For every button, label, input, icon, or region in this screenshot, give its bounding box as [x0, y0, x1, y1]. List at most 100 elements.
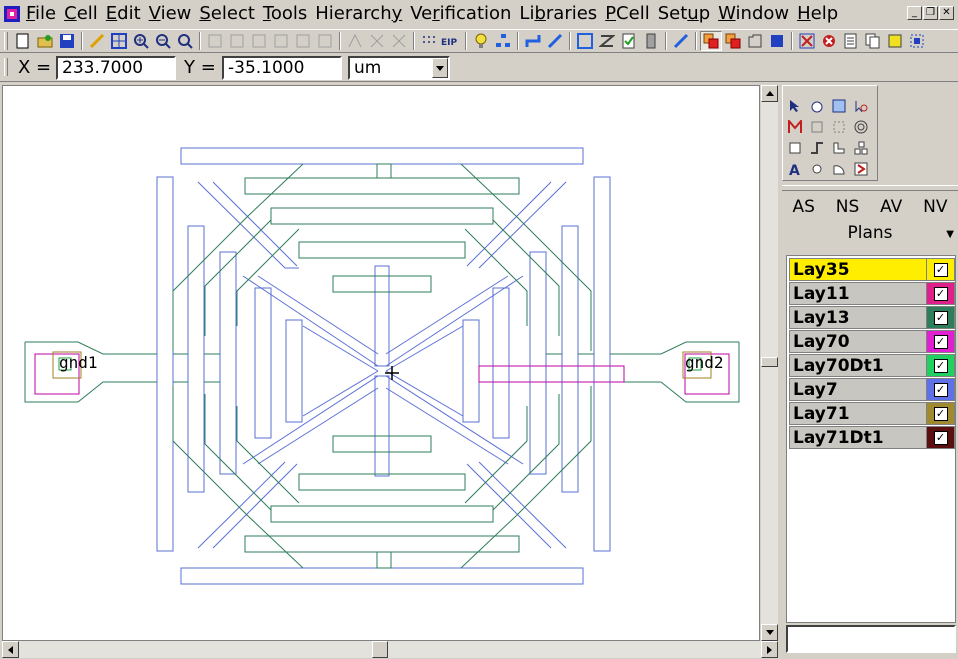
layout-canvas[interactable]: gnd1 gnd2	[2, 85, 760, 641]
circle-target-icon[interactable]	[851, 117, 871, 137]
redo-icon[interactable]	[226, 31, 248, 51]
menu-select[interactable]: Select	[195, 0, 259, 28]
chevron-down-icon[interactable]	[432, 58, 448, 78]
layer-color-swatch[interactable]: ✓	[926, 403, 954, 424]
toolbar-grip[interactable]	[4, 32, 8, 50]
cut-icon[interactable]	[248, 31, 270, 51]
layer-fill-icon[interactable]	[722, 31, 744, 51]
outline-icon[interactable]	[744, 31, 766, 51]
check-doc-icon[interactable]	[618, 31, 640, 51]
visibility-checkbox[interactable]: ✓	[933, 430, 948, 445]
route-icon[interactable]	[522, 31, 544, 51]
mirror-icon[interactable]	[366, 31, 388, 51]
layer-color-swatch[interactable]: ✓	[926, 379, 954, 400]
tab-av[interactable]: AV	[880, 197, 902, 221]
menu-file[interactable]: File	[22, 0, 60, 28]
layer-row-lay70dt1[interactable]: Lay70Dt1 ✓	[789, 354, 955, 377]
horizontal-scroll-thumb[interactable]	[372, 641, 388, 658]
select-arrow-icon[interactable]	[785, 96, 805, 116]
chevron-down-icon[interactable]: ▼	[946, 229, 954, 240]
move-vertex-icon[interactable]	[785, 117, 805, 137]
layer-row-lay71dt1[interactable]: Lay71Dt1 ✓	[789, 426, 955, 449]
layer-color-swatch[interactable]: ✓	[926, 355, 954, 376]
layer-row-lay11[interactable]: Lay11 ✓	[789, 282, 955, 305]
menu-hierarchy[interactable]: Hierarchy	[311, 0, 406, 28]
instance-icon[interactable]	[851, 138, 871, 158]
menu-pcell[interactable]: PCell	[601, 0, 654, 28]
text-tool-icon[interactable]: A	[785, 159, 805, 179]
hand-pan-icon[interactable]	[807, 96, 827, 116]
layer-row-lay71[interactable]: Lay71 ✓	[789, 402, 955, 425]
layer-row-lay7[interactable]: Lay7 ✓	[789, 378, 955, 401]
route-alt-icon[interactable]	[544, 31, 566, 51]
scroll-right-icon[interactable]	[761, 641, 778, 658]
copy-icon[interactable]	[270, 31, 292, 51]
layer-row-lay35[interactable]: Lay35 ✓	[789, 258, 955, 281]
restore-button[interactable]: ❐	[923, 6, 938, 20]
paste-icon[interactable]	[292, 31, 314, 51]
x-coordinate-field[interactable]: 233.7000	[56, 56, 176, 80]
eip-icon[interactable]: EIP	[440, 31, 462, 51]
layer-color-swatch[interactable]: ✓	[926, 307, 954, 328]
visibility-checkbox[interactable]: ✓	[933, 310, 948, 325]
layer-color-swatch[interactable]: ✓	[926, 331, 954, 352]
edit-vertex-icon[interactable]	[807, 117, 827, 137]
select-hand-icon[interactable]	[851, 96, 871, 116]
stack-icon[interactable]	[640, 31, 662, 51]
undo-icon[interactable]	[204, 31, 226, 51]
layer-color-swatch[interactable]: ✓	[926, 259, 954, 280]
lightbulb-icon[interactable]	[470, 31, 492, 51]
scroll-left-icon[interactable]	[2, 641, 19, 658]
visibility-checkbox[interactable]: ✓	[933, 406, 948, 421]
unit-dropdown[interactable]: um	[348, 56, 450, 80]
grid-icon[interactable]	[418, 31, 440, 51]
fill-mode-icon[interactable]	[766, 31, 788, 51]
ruler-icon[interactable]	[851, 159, 871, 179]
zoom-area-icon[interactable]	[174, 31, 196, 51]
menu-verification[interactable]: Verification	[406, 0, 515, 28]
vertical-scroll-thumb[interactable]	[761, 357, 778, 367]
error-marker-icon[interactable]	[818, 31, 840, 51]
zoom-in-icon[interactable]	[130, 31, 152, 51]
stretch-icon[interactable]	[344, 31, 366, 51]
path-icon[interactable]	[807, 138, 827, 158]
save-icon[interactable]	[56, 31, 78, 51]
menu-cell[interactable]: Cell	[60, 0, 102, 28]
visibility-checkbox[interactable]: ✓	[933, 286, 948, 301]
delete-marker-icon[interactable]	[796, 31, 818, 51]
report-icon[interactable]	[840, 31, 862, 51]
zoom-out-icon[interactable]	[152, 31, 174, 51]
close-button[interactable]: ✕	[939, 6, 954, 20]
coordbar-grip[interactable]	[4, 58, 8, 76]
layer-color-swatch[interactable]: ✓	[926, 283, 954, 304]
layer-color-swatch[interactable]: ✓	[926, 427, 954, 448]
visibility-checkbox[interactable]: ✓	[933, 334, 948, 349]
visibility-checkbox[interactable]: ✓	[933, 358, 948, 373]
menu-tools[interactable]: Tools	[259, 0, 311, 28]
hierarchy-icon[interactable]	[492, 31, 514, 51]
layer-view-icon[interactable]	[700, 31, 722, 51]
menu-view[interactable]: View	[145, 0, 196, 28]
menu-help[interactable]: Help	[793, 0, 842, 28]
snap-icon[interactable]	[829, 117, 849, 137]
flip-icon[interactable]	[388, 31, 410, 51]
panel-grip[interactable]	[782, 185, 958, 191]
move-icon[interactable]	[314, 31, 336, 51]
open-folder-icon[interactable]	[34, 31, 56, 51]
tab-ns[interactable]: NS	[836, 197, 860, 221]
zoom-fit-icon[interactable]	[108, 31, 130, 51]
polygon-icon[interactable]	[829, 138, 849, 158]
panel-status-field[interactable]	[786, 625, 956, 653]
pie-icon[interactable]	[829, 159, 849, 179]
rule-icon[interactable]	[596, 31, 618, 51]
menu-edit[interactable]: Edit	[102, 0, 145, 28]
tab-nv[interactable]: NV	[923, 197, 947, 221]
visibility-checkbox[interactable]: ✓	[933, 382, 948, 397]
menu-libraries[interactable]: Libraries	[515, 0, 601, 28]
scroll-down-icon[interactable]	[761, 624, 778, 641]
layer-row-lay13[interactable]: Lay13 ✓	[789, 306, 955, 329]
select-all-icon[interactable]	[829, 96, 849, 116]
minimize-button[interactable]: _	[907, 6, 922, 20]
rectangle-icon[interactable]	[785, 138, 805, 158]
copy-docs-icon[interactable]	[862, 31, 884, 51]
